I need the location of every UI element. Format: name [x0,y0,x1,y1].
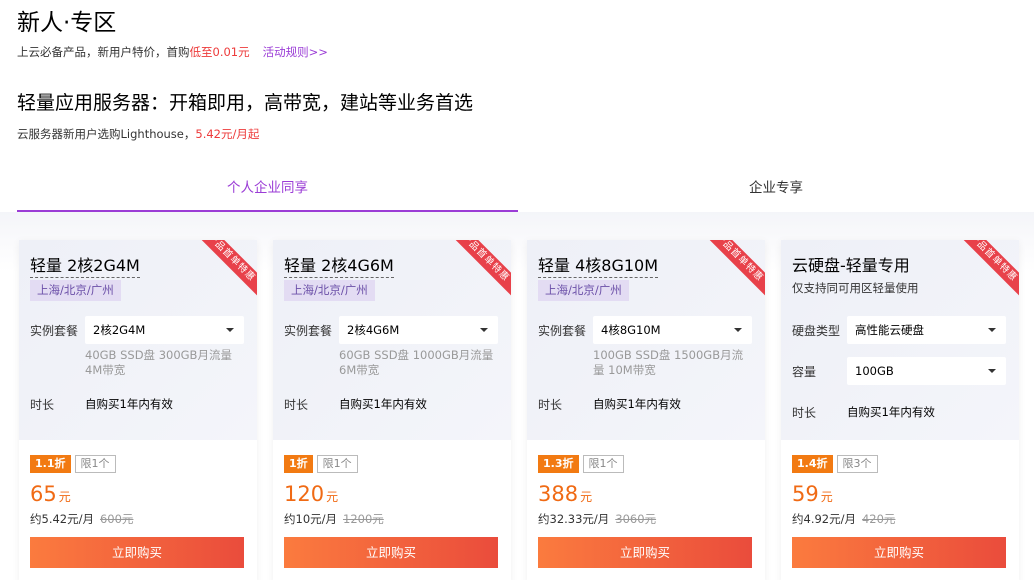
product-card-1: 1.1折 限1个 65 元 约5.42元/月 600元 立即购买 产品首单特惠 轻量… [19,240,257,580]
capacity-label: 容量 [792,365,817,379]
buy-now-button[interactable]: 立即购买 [30,537,244,568]
duration-label: 时长 [792,406,817,420]
duration-value: 自购买1年内有效 [847,405,935,419]
chevron-down-icon [734,328,742,332]
product-card-4: 1.4折 限3个 59 元 约4.92元/月 420元 立即购买 产品首单特惠 云硬… [781,240,1019,580]
capacity-select[interactable]: 100GB [847,357,1006,385]
section-subtitle: 云服务器新用户选购Lighthouse，5.42元/月起 [17,126,259,142]
duration-value: 自购买1年内有效 [593,397,681,411]
price: 65 元 [30,482,71,506]
package-label: 实例套餐 [284,324,333,338]
duration-value: 自购买1年内有效 [339,397,427,411]
monthly-value: 约32.33元/月 [538,512,610,526]
package-select-value: 4核8G10M [601,323,661,337]
subtitle-text: 上云必备产品，新用户特价，首购 [17,45,190,59]
price-value: 388 [538,482,579,506]
package-spec: 100GB SSD盘 1500GB月流量 10M带宽 [593,348,744,377]
section-subtitle-highlight: 5.42元/月起 [195,127,260,141]
limit-badge: 限1个 [582,455,624,473]
monthly-value: 约4.92元/月 [792,512,856,526]
monthly-price: 约32.33元/月 3060元 [538,511,656,527]
discount-badge: 1.4折 [792,455,833,473]
package-label: 实例套餐 [538,324,587,338]
card-title[interactable]: 轻量 4核8G10M [538,252,659,278]
disk-type-select-value: 高性能云硬盘 [855,323,924,337]
buy-now-button[interactable]: 立即购买 [538,537,752,568]
limit-badge: 限3个 [836,455,878,473]
card-price-area: 1.3折 限1个 388 元 约32.33元/月 3060元 立即购买 [527,440,765,580]
price-unit: 元 [326,490,339,504]
price-value: 65 [30,482,57,506]
badge-group: 1.1折 限1个 [30,455,116,473]
price: 388 元 [538,482,592,506]
badge-group: 1.3折 限1个 [538,455,624,473]
buy-now-button[interactable]: 立即购买 [284,537,498,568]
monthly-value: 约10元/月 [284,512,338,526]
tab-personal-enterprise[interactable]: 个人企业同享 [17,167,518,212]
package-select[interactable]: 4核8G10M [593,316,752,344]
card-price-area: 1折 限1个 120 元 约10元/月 1200元 立即购买 [273,440,511,580]
package-select-value: 2核4G6M [347,323,400,337]
badge-group: 1.4折 限3个 [792,455,878,473]
discount-badge: 1.1折 [30,455,71,473]
subtitle-highlight: 低至0.01元 [189,45,250,59]
card-title[interactable]: 轻量 2核2G4M [30,252,140,278]
duration-label: 时长 [538,398,563,412]
disk-type-select[interactable]: 高性能云硬盘 [847,316,1006,344]
package-select-value: 2核2G4M [93,323,146,337]
capacity-select-value: 100GB [855,364,894,378]
monthly-price: 约5.42元/月 600元 [30,511,133,527]
disk-type-label: 硬盘类型 [792,324,841,338]
monthly-value: 约5.42元/月 [30,512,94,526]
chevron-down-icon [226,328,234,332]
card-title[interactable]: 轻量 2核4G6M [284,252,394,278]
original-price: 3060元 [615,512,657,526]
discount-badge: 1折 [284,455,313,473]
chevron-down-icon [988,369,996,373]
duration-label: 时长 [30,398,55,412]
region-tag: 上海/北京/广州 [538,280,629,301]
card-price-area: 1.1折 限1个 65 元 约5.42元/月 600元 立即购买 [19,440,257,580]
limit-badge: 限1个 [74,455,116,473]
package-select[interactable]: 2核4G6M [339,316,498,344]
monthly-price: 约10元/月 1200元 [284,511,384,527]
page-title: 新人·专区 [17,10,117,36]
activity-rules-link[interactable]: 活动规则>> [263,45,328,59]
package-select[interactable]: 2核2G4M [85,316,244,344]
price: 59 元 [792,482,833,506]
original-price: 420元 [861,512,896,526]
buy-now-button[interactable]: 立即购买 [792,537,1006,568]
original-price: 600元 [99,512,134,526]
tab-bar: 个人企业同享 企业专享 [17,167,1034,212]
package-spec: 60GB SSD盘 1000GB月流量 6M带宽 [339,348,494,377]
card-title: 云硬盘-轻量专用 [792,256,910,275]
limit-badge: 限1个 [316,455,358,473]
region-tag: 上海/北京/广州 [284,280,375,301]
price-value: 120 [284,482,325,506]
monthly-price: 约4.92元/月 420元 [792,511,895,527]
chevron-down-icon [988,328,996,332]
tab-enterprise-only[interactable]: 企业专享 [518,167,1034,212]
duration-label: 时长 [284,398,309,412]
chevron-down-icon [480,328,488,332]
product-card-2: 1折 限1个 120 元 约10元/月 1200元 立即购买 产品首单特惠 轻量 2… [273,240,511,580]
package-label: 实例套餐 [30,324,79,338]
package-spec: 40GB SSD盘 300GB月流量 4M带宽 [85,348,232,377]
discount-badge: 1.3折 [538,455,579,473]
section-subtitle-text: 云服务器新用户选购Lighthouse， [17,127,196,141]
page-subtitle: 上云必备产品，新用户特价，首购低至0.01元 活动规则>> [17,44,328,60]
card-price-area: 1.4折 限3个 59 元 约4.92元/月 420元 立即购买 [781,440,1019,580]
badge-group: 1折 限1个 [284,455,358,473]
region-tag: 上海/北京/广州 [30,280,121,301]
price-unit: 元 [580,490,593,504]
price: 120 元 [284,482,338,506]
price-unit: 元 [820,490,833,504]
card-description: 仅支持同可用区轻量使用 [792,281,919,295]
section-title: 轻量应用服务器：开箱即用，高带宽，建站等业务首选 [17,92,474,114]
price-value: 59 [792,482,819,506]
product-card-3: 1.3折 限1个 388 元 约32.33元/月 3060元 立即购买 产品首单特惠… [527,240,765,580]
price-unit: 元 [58,490,71,504]
original-price: 1200元 [343,512,384,526]
duration-value: 自购买1年内有效 [85,397,173,411]
